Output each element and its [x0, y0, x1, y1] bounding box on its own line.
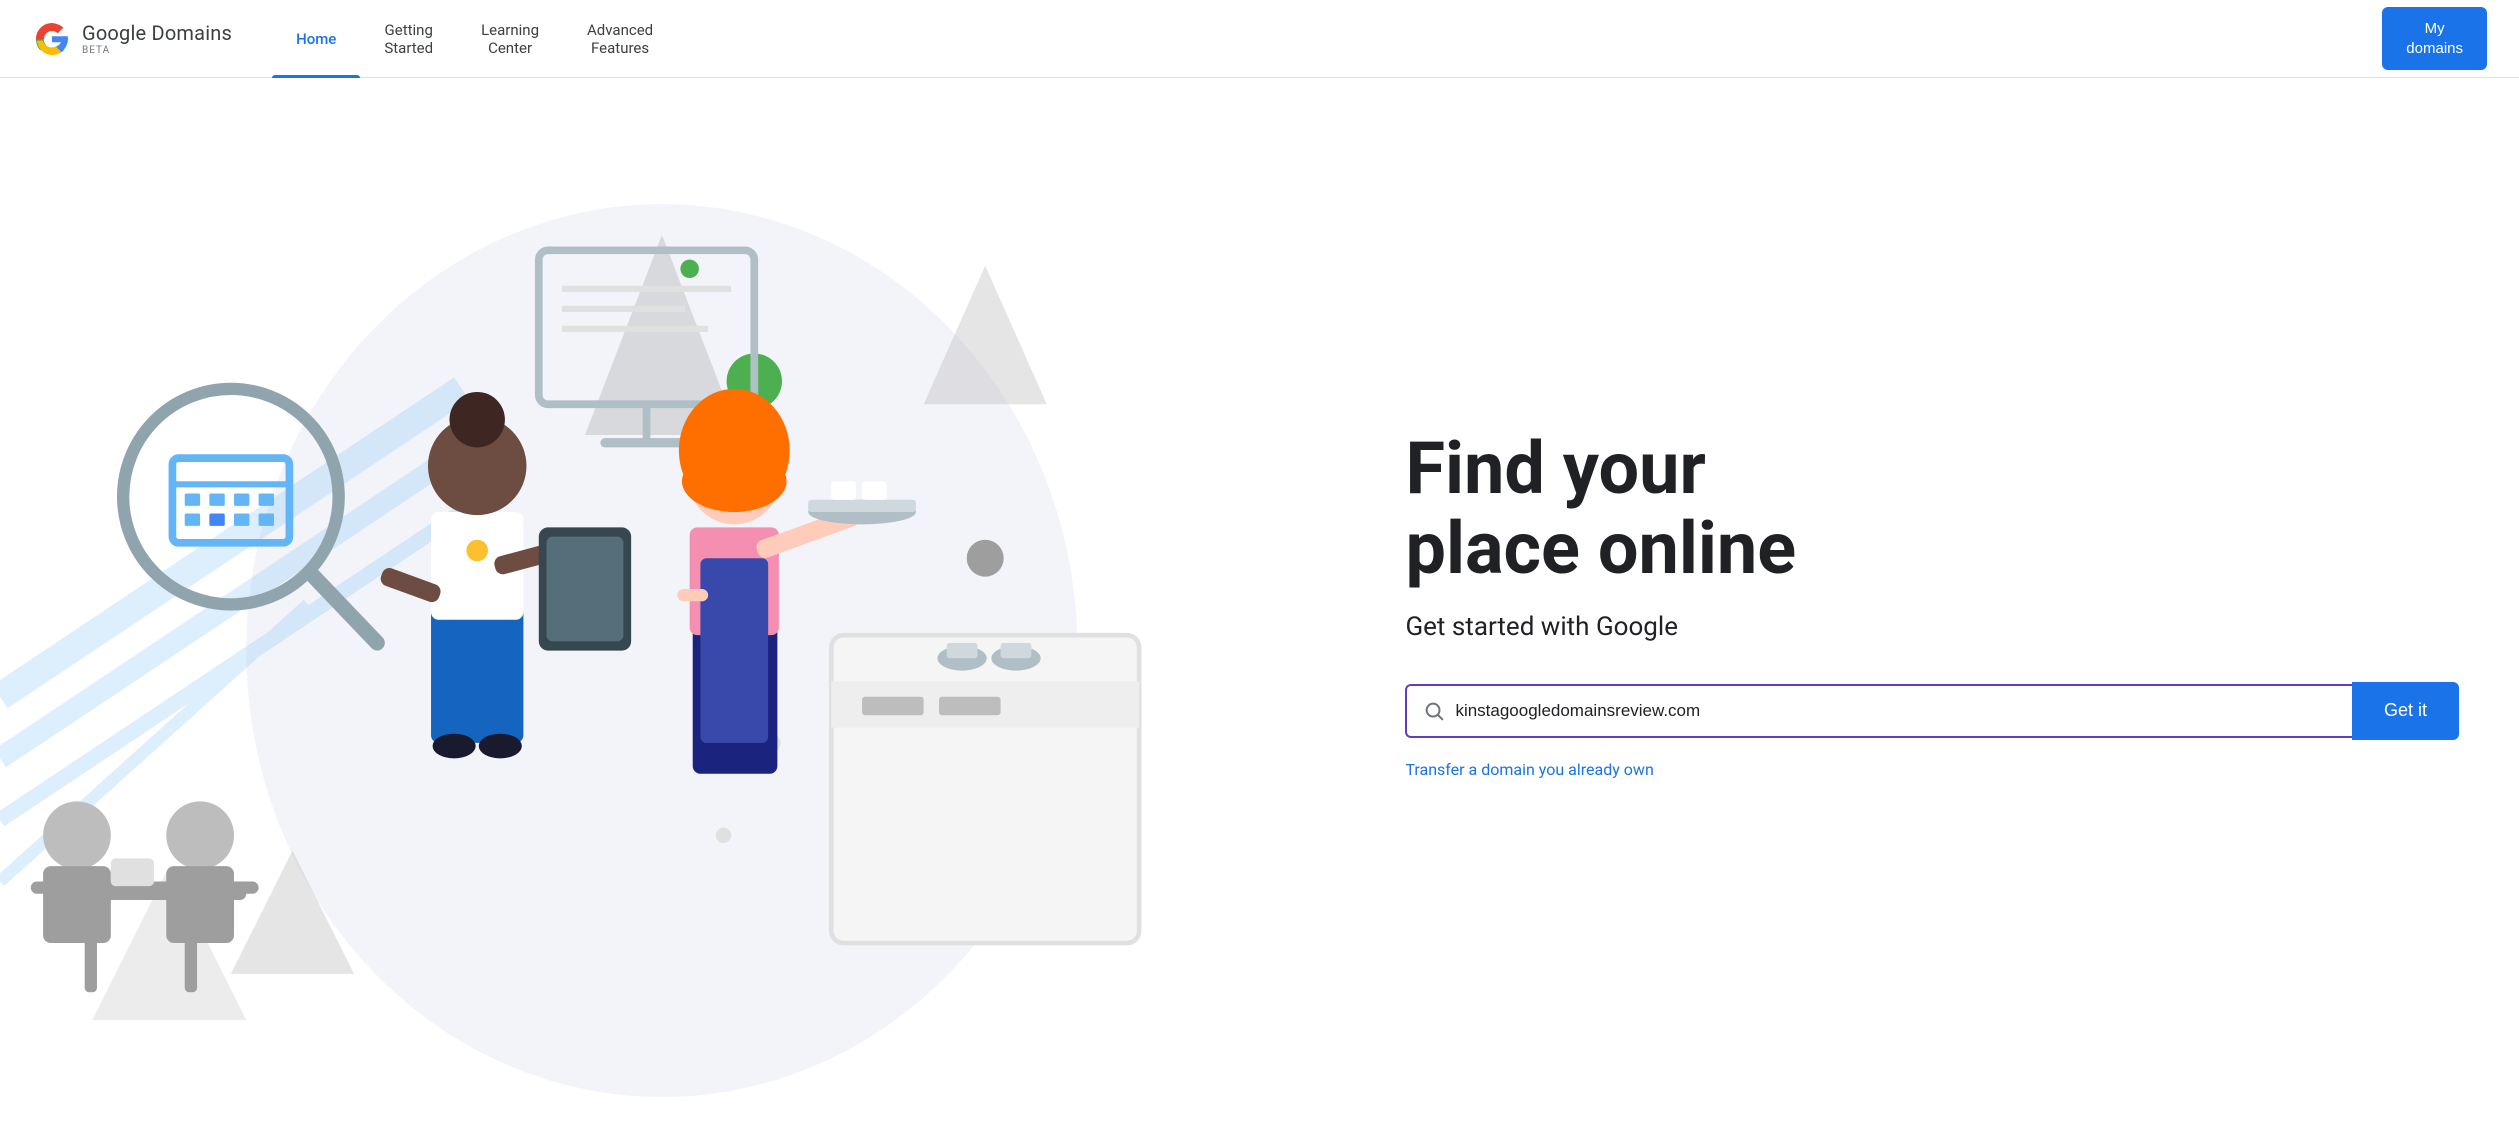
header: Google Domains BETA Home Getting Started…	[0, 0, 2519, 78]
hero-illustration	[0, 81, 1385, 1128]
main-nav: Home Getting Started Learning Center Adv…	[272, 0, 2382, 78]
my-domains-button[interactable]: My domains	[2382, 7, 2487, 70]
nav-learning-center[interactable]: Learning Center	[457, 0, 563, 78]
main-content: Find your place online Get started with …	[0, 78, 2519, 1130]
nav-getting-started[interactable]: Getting Started	[360, 0, 457, 78]
nav-advanced-features[interactable]: Advanced Features	[563, 0, 677, 78]
search-box-wrapper	[1405, 684, 2352, 738]
transfer-domain-link[interactable]: Transfer a domain you already own	[1405, 760, 2459, 779]
search-area: Get it	[1405, 682, 2459, 740]
sub-heading: Get started with Google	[1405, 612, 2459, 642]
header-right: My domains	[2382, 7, 2487, 70]
get-it-button[interactable]: Get it	[2352, 682, 2459, 740]
nav-home[interactable]: Home	[272, 0, 360, 78]
logo-text-group: Google Domains BETA	[82, 21, 232, 56]
logo-google-domains: Google Domains	[82, 21, 232, 45]
content-side: Find your place online Get started with …	[1385, 369, 2519, 838]
search-input[interactable]	[1455, 701, 2336, 721]
google-logo-icon	[32, 19, 72, 59]
search-icon	[1423, 700, 1445, 722]
main-heading: Find your place online	[1405, 429, 2459, 587]
logo-area: Google Domains BETA	[32, 19, 232, 59]
logo-beta-label: BETA	[82, 45, 232, 56]
illustration-side	[0, 81, 1385, 1128]
